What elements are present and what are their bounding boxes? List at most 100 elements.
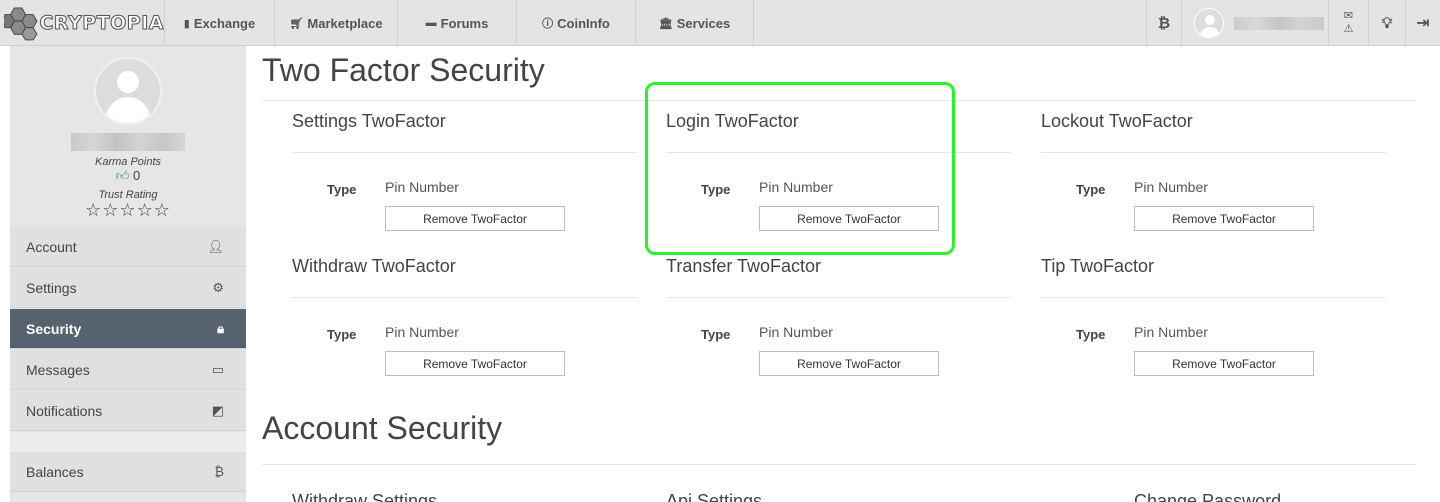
avatar xyxy=(1194,8,1224,38)
type-value: Pin Number xyxy=(759,324,833,340)
profile-avatar[interactable] xyxy=(94,57,162,125)
card-title: Withdraw TwoFactor xyxy=(292,256,456,276)
inbox-icon: ▭ xyxy=(211,361,224,377)
profile-panel: Karma Points 👍︎ 0 Trust Rating ☆☆☆☆☆ xyxy=(10,46,246,226)
type-label: Type xyxy=(1076,327,1106,342)
api-settings-title: Api Settings xyxy=(666,491,763,502)
remove-twofactor-button[interactable]: Remove TwoFactor xyxy=(385,206,565,231)
info-icon: ⓘ xyxy=(542,18,554,30)
twofactor-card-transfer: Transfer TwoFactor Type Pin Number Remov… xyxy=(666,256,1011,386)
main-content: Two Factor Security Settings TwoFactor T… xyxy=(262,46,1416,502)
thumbs-up-icon: 👍︎ xyxy=(115,168,130,183)
sidebar-item-label: Messages xyxy=(26,361,90,378)
mail-icon: ✉ xyxy=(1343,10,1354,22)
divider xyxy=(1041,297,1386,298)
change-password-title: Change Password xyxy=(1134,491,1282,502)
nav-services-label: Services xyxy=(676,15,731,31)
trust-stars: ☆☆☆☆☆ xyxy=(85,200,171,220)
karma-value: 0 xyxy=(132,168,141,183)
bitcoin-button[interactable]: ₿ xyxy=(1146,0,1181,46)
logout-icon: ⇥ xyxy=(1416,15,1430,32)
sidebar-item-label: Notifications xyxy=(26,402,103,419)
remove-twofactor-button[interactable]: Remove TwoFactor xyxy=(385,351,565,376)
type-label: Type xyxy=(701,182,731,197)
bar-chart-icon: ▮ xyxy=(183,17,190,30)
twofactor-card-lockout: Lockout TwoFactor Type Pin Number Remove… xyxy=(1041,111,1386,241)
lightbulb-icon: 💡︎ xyxy=(1381,14,1393,32)
alert-icon: ⚠ xyxy=(1343,23,1354,35)
sidebar-menu: Account 👤︎ Settings ⚙ Security 🔒︎ Messag… xyxy=(10,227,246,493)
type-label: Type xyxy=(327,327,357,342)
sidebar-item-balances[interactable]: Balances ₿ xyxy=(10,452,246,492)
cart-icon: 🛒︎ xyxy=(289,17,304,30)
sidebar-item-label: Account xyxy=(26,238,77,255)
mail-alerts-button[interactable]: ✉ ⚠ xyxy=(1328,0,1368,46)
user-menu[interactable] xyxy=(1181,0,1328,46)
divider xyxy=(292,297,637,298)
divider xyxy=(666,297,1011,298)
logout-button[interactable]: ⇥ xyxy=(1405,0,1440,46)
profile-username-blurred xyxy=(71,133,185,151)
notification-icon: ◩ xyxy=(211,402,224,418)
username-blurred xyxy=(1234,16,1324,30)
twofactor-card-tip: Tip TwoFactor Type Pin Number Remove Two… xyxy=(1041,256,1386,386)
sidebar-item-account[interactable]: Account 👤︎ xyxy=(10,227,246,267)
brand-name: CRYPTOPIA xyxy=(39,12,164,35)
sidebar: Karma Points 👍︎ 0 Trust Rating ☆☆☆☆☆ Acc… xyxy=(10,46,246,502)
section-title: Account Security xyxy=(262,410,503,446)
twofactor-card-withdraw: Withdraw TwoFactor Type Pin Number Remov… xyxy=(292,256,637,386)
institution-icon: 🏛︎ xyxy=(658,17,673,30)
bitcoin-icon: ₿ xyxy=(214,464,224,479)
sidebar-item-label: Balances xyxy=(26,463,84,480)
page-title: Two Factor Security xyxy=(262,52,545,88)
nav-coininfo[interactable]: ⓘ CoinInfo xyxy=(516,0,635,46)
sidebar-item-settings[interactable]: Settings ⚙ xyxy=(10,268,246,308)
card-title: Login TwoFactor xyxy=(666,111,799,131)
remove-twofactor-button[interactable]: Remove TwoFactor xyxy=(759,351,939,376)
nav-marketplace[interactable]: 🛒︎ Marketplace xyxy=(274,0,397,46)
withdraw-settings-title: Withdraw Settings xyxy=(292,491,438,502)
remove-twofactor-button[interactable]: Remove TwoFactor xyxy=(759,206,939,231)
twofactor-card-settings: Settings TwoFactor Type Pin Number Remov… xyxy=(292,111,637,241)
user-icon: 👤︎ xyxy=(207,238,224,254)
type-label: Type xyxy=(701,327,731,342)
karma-label: Karma Points xyxy=(94,156,162,168)
nav-marketplace-label: Marketplace xyxy=(307,15,383,31)
sidebar-item-notifications[interactable]: Notifications ◩ xyxy=(10,391,246,431)
card-title: Lockout TwoFactor xyxy=(1041,111,1193,131)
bitcoin-icon: ₿ xyxy=(1157,14,1171,32)
remove-twofactor-button[interactable]: Remove TwoFactor xyxy=(1134,206,1314,231)
hexagon-logo-icon xyxy=(4,7,38,41)
nav-exchange-label: Exchange xyxy=(193,15,256,31)
type-label: Type xyxy=(327,182,357,197)
nav-forums-label: Forums xyxy=(440,15,489,31)
nav-forums[interactable]: ▬ Forums xyxy=(397,0,516,46)
nav-services[interactable]: 🏛︎ Services xyxy=(635,0,754,46)
divider xyxy=(666,152,1011,153)
sidebar-spacer xyxy=(10,432,246,452)
divider xyxy=(262,464,1416,465)
sidebar-item-messages[interactable]: Messages ▭ xyxy=(10,350,246,390)
nav-exchange[interactable]: ▮ Exchange xyxy=(164,0,274,46)
brand-logo[interactable]: CRYPTOPIA xyxy=(0,0,164,46)
lightbulb-button[interactable]: 💡︎ xyxy=(1368,0,1405,46)
divider xyxy=(1041,152,1386,153)
divider xyxy=(292,152,637,153)
remove-twofactor-button[interactable]: Remove TwoFactor xyxy=(1134,351,1314,376)
karma-points: 👍︎ 0 xyxy=(10,168,246,184)
type-value: Pin Number xyxy=(1134,324,1208,340)
lock-icon: 🔒︎ xyxy=(217,320,224,336)
card-title: Transfer TwoFactor xyxy=(666,256,822,276)
sidebar-item-label: Security xyxy=(26,320,82,337)
card-title: Tip TwoFactor xyxy=(1041,256,1155,276)
nav-coininfo-label: CoinInfo xyxy=(557,15,610,31)
sidebar-item-label: Settings xyxy=(26,279,77,296)
type-value: Pin Number xyxy=(1134,179,1208,195)
divider xyxy=(262,100,1416,101)
top-navbar: CRYPTOPIA ▮ Exchange 🛒︎ Marketplace ▬ Fo… xyxy=(0,0,1440,46)
sidebar-item-security[interactable]: Security 🔒︎ xyxy=(10,309,246,349)
comments-icon: ▬ xyxy=(425,17,437,29)
twofactor-card-login: Login TwoFactor Type Pin Number Remove T… xyxy=(666,111,1011,241)
type-value: Pin Number xyxy=(385,324,459,340)
type-label: Type xyxy=(1076,182,1106,197)
